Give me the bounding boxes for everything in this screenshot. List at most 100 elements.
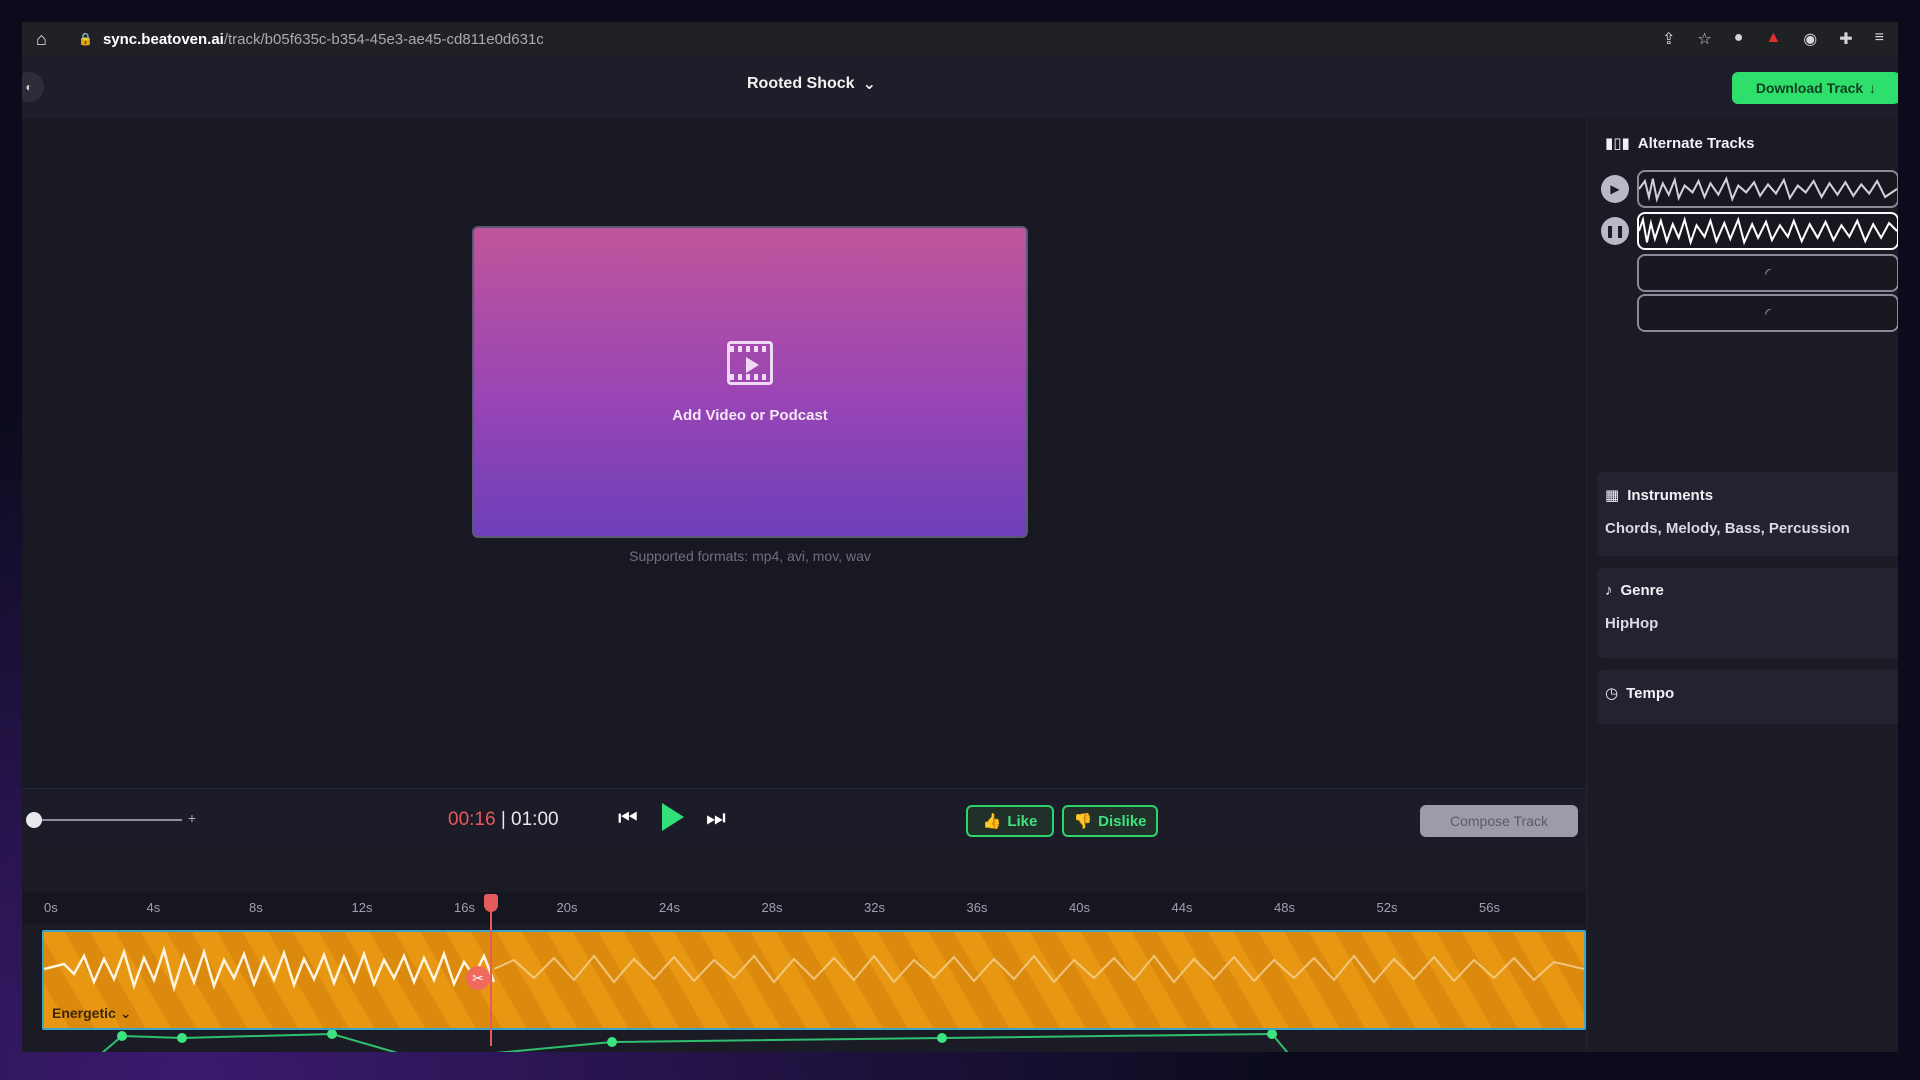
pdf-extension-icon[interactable]: ▲ xyxy=(1765,29,1781,49)
timeline-tick: 32s xyxy=(864,900,885,915)
alternate-track-2: ❚❚ xyxy=(1601,212,1898,250)
waveform-1 xyxy=(1639,176,1897,203)
tempo-title: Tempo xyxy=(1626,684,1675,702)
app-logo-icon[interactable]: ◐ xyxy=(22,72,44,102)
track-title-dropdown[interactable]: Rooted Shock ⌄ xyxy=(747,74,876,94)
alternate-track-2-waveform[interactable] xyxy=(1637,212,1898,250)
alternate-track-1: ▶ xyxy=(1601,170,1898,208)
compose-track-button[interactable]: Compose Track xyxy=(1420,805,1578,837)
play-icon[interactable]: ▶ xyxy=(1601,175,1629,203)
envelope-point[interactable] xyxy=(117,1031,127,1041)
current-time: 00:16 xyxy=(448,809,496,830)
timeline-tick: 16s xyxy=(454,900,475,915)
mood-dropdown[interactable]: Energetic ⌄ xyxy=(52,1005,131,1022)
like-button[interactable]: 👍 Like xyxy=(966,805,1054,837)
zoom-in-icon[interactable]: + xyxy=(188,810,196,826)
star-icon[interactable]: ☆ xyxy=(1697,29,1711,49)
envelope-point[interactable] xyxy=(937,1033,947,1043)
app-header: ◐ Rooted Shock ⌄ Download Track ↓ xyxy=(22,56,1898,118)
envelope-point[interactable] xyxy=(607,1037,617,1047)
download-label: Download Track xyxy=(1755,80,1864,96)
instruments-card[interactable]: ▦ Instruments Chords, Melody, Bass, Perc… xyxy=(1597,472,1898,556)
track-waveform xyxy=(44,945,1584,993)
alternate-track-1-waveform[interactable] xyxy=(1637,170,1898,208)
add-video-dropzone[interactable]: Add Video or Podcast xyxy=(472,226,1028,538)
timeline-tick: 12s xyxy=(351,900,373,915)
timeline-ruler[interactable]: 0s 4s 8s 12s 16s 20s 24s 28s 32s 36s 40s 44s 48s 52s 5… xyxy=(22,892,1586,924)
loading-spinner-icon: ◜ xyxy=(1765,304,1771,321)
instruments-heading: ▦ Instruments xyxy=(1605,486,1895,505)
waveform-icon: ▮▯▮ xyxy=(1605,135,1630,152)
envelope-point[interactable] xyxy=(177,1033,187,1043)
browser-url-bar[interactable]: ⌂ 🔒 sync.beatoven.ai /track/b05f635c-b35… xyxy=(22,22,1898,56)
genre-title: Genre xyxy=(1620,582,1664,599)
timeline-tick: 4s xyxy=(146,900,161,915)
timeline-tick: 24s xyxy=(659,900,680,915)
guitar-icon: ♪ xyxy=(1605,582,1613,599)
url-host: sync.beatoven.ai xyxy=(102,30,224,48)
url-path: /track/b05f635c-b354-45e3-ae45-cd811e0d6… xyxy=(223,30,544,48)
like-label: Like xyxy=(1007,812,1038,830)
timeline-tick: 20s xyxy=(556,900,578,915)
instruments-value: Chords, Melody, Bass, Percussion xyxy=(1605,520,1850,537)
lock-icon: 🔒 xyxy=(78,32,93,46)
timeline-tick: 56s xyxy=(1479,900,1500,915)
browser-toolbar-icons: ⇪ ☆ ● ▲ ◉ ✚ ≡ xyxy=(1662,29,1884,49)
alternate-track-4: ◜ xyxy=(1601,294,1898,332)
alternate-track-4-loading: ◜ xyxy=(1637,294,1898,332)
film-icon xyxy=(727,340,773,385)
zoom-slider[interactable]: + xyxy=(26,810,196,828)
timeline-tick: 28s xyxy=(761,900,783,915)
time-separator: | xyxy=(500,809,506,830)
playhead-line[interactable] xyxy=(490,894,492,1046)
tempo-card[interactable]: ◷ Tempo xyxy=(1597,670,1898,724)
thumbs-down-icon: 👎 xyxy=(1073,813,1093,830)
skip-back-icon[interactable]: ⏮ xyxy=(618,805,638,831)
total-time: 01:00 xyxy=(511,809,559,830)
track-title: Rooted Shock xyxy=(747,75,855,92)
pause-icon[interactable]: ❚❚ xyxy=(1601,217,1629,245)
download-track-button[interactable]: Download Track ↓ xyxy=(1732,72,1898,104)
puzzle-icon[interactable]: ✚ xyxy=(1839,29,1852,49)
scissors-icon[interactable]: ✂ xyxy=(466,966,490,990)
alternate-tracks-title: Alternate Tracks xyxy=(1637,134,1755,152)
play-button[interactable] xyxy=(662,803,684,831)
waveform-2 xyxy=(1639,215,1897,246)
chevron-down-icon: ⌄ xyxy=(862,76,876,93)
dislike-button[interactable]: 👎 Dislike xyxy=(1062,805,1158,837)
app-window: ⌂ 🔒 sync.beatoven.ai /track/b05f635c-b35… xyxy=(22,22,1898,1052)
clock-icon: ◷ xyxy=(1605,685,1619,702)
zoom-slider-handle[interactable] xyxy=(26,812,42,828)
extension-dot-icon[interactable]: ● xyxy=(1734,29,1744,49)
add-video-label: Add Video or Podcast xyxy=(672,406,828,424)
thumbs-up-icon: 👍 xyxy=(982,813,1002,830)
timeline-tick: 52s xyxy=(1376,900,1398,915)
dislike-label: Dislike xyxy=(1098,812,1147,830)
genre-card[interactable]: ♪ Genre HipHop xyxy=(1597,568,1898,658)
reading-list-icon[interactable]: ≡ xyxy=(1875,29,1884,49)
alternate-track-3: ◜ xyxy=(1601,254,1898,292)
mood-label: Energetic xyxy=(52,1005,116,1021)
arrow-down-icon: ↓ xyxy=(1869,80,1877,96)
loading-spinner-icon: ◜ xyxy=(1765,264,1771,281)
share-icon[interactable]: ⇪ xyxy=(1662,29,1675,49)
instruments-title: Instruments xyxy=(1627,486,1714,504)
timeline-tick: 44s xyxy=(1171,900,1193,915)
home-icon[interactable]: ⌂ xyxy=(36,29,58,50)
account-icon[interactable]: ◉ xyxy=(1803,29,1817,49)
video-stage: Add Video or Podcast Supported formats: … xyxy=(22,118,1586,788)
tempo-heading: ◷ Tempo xyxy=(1605,684,1895,703)
chevron-down-icon: ⌄ xyxy=(119,1005,132,1021)
timeline-tick: 40s xyxy=(1069,900,1090,915)
skip-forward-icon[interactable]: ⏭ xyxy=(706,805,726,831)
timeline-tick: 0s xyxy=(44,900,58,915)
alternate-track-3-loading: ◜ xyxy=(1637,254,1898,292)
genre-value: HipHop xyxy=(1605,615,1659,632)
intensity-envelope[interactable] xyxy=(42,1030,1586,1052)
genre-heading: ♪ Genre xyxy=(1605,582,1895,599)
timeline-tick: 8s xyxy=(249,900,263,915)
envelope-point[interactable] xyxy=(327,1030,337,1039)
supported-formats: Supported formats: mp4, avi, mov, wav xyxy=(629,548,871,564)
music-track-region[interactable]: Energetic ⌄ xyxy=(42,930,1586,1030)
timeline-tick: 36s xyxy=(966,900,988,915)
